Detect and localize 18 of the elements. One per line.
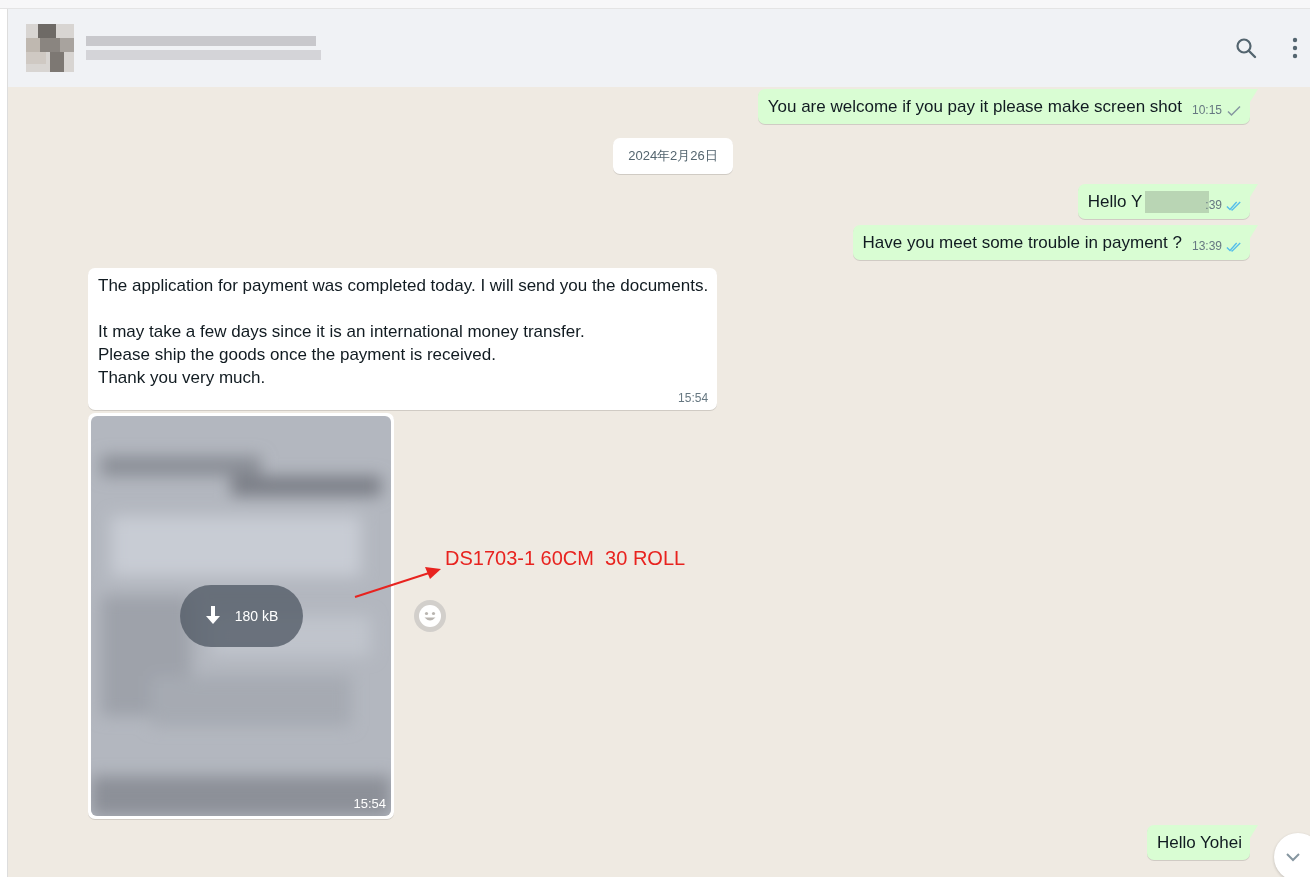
- message-time: 10:15: [1191, 102, 1222, 119]
- download-button[interactable]: 180 kB: [180, 585, 303, 647]
- message-text: Have you meet some trouble in payment ?: [862, 232, 1182, 254]
- message-text: You are welcome if you pay it please make screen shot: [767, 96, 1182, 118]
- annotation-text: DS1703-1 60CM 30 ROLL: [445, 547, 686, 570]
- message-time: 15:54: [353, 796, 386, 811]
- message-time: 13:39: [1191, 238, 1222, 255]
- download-icon: [204, 606, 221, 626]
- menu-icon[interactable]: [1292, 36, 1298, 60]
- message-time: :39: [1205, 197, 1222, 214]
- message-text: Hello Yohei: [1156, 832, 1242, 854]
- date-label: 2024年2月26日: [613, 138, 733, 174]
- message-text: The application for payment was completed today. I will send you the documents.: [98, 275, 709, 297]
- message-text: Hello Y: [1087, 191, 1143, 213]
- message-text: It may take a few days since it is an international money transfer. Please ship the goods once the payment is received. Thank you very much.: [98, 321, 586, 389]
- message-time: 15:54: [678, 390, 709, 407]
- search-icon[interactable]: [1234, 36, 1258, 60]
- chevron-down-icon: [1285, 852, 1301, 862]
